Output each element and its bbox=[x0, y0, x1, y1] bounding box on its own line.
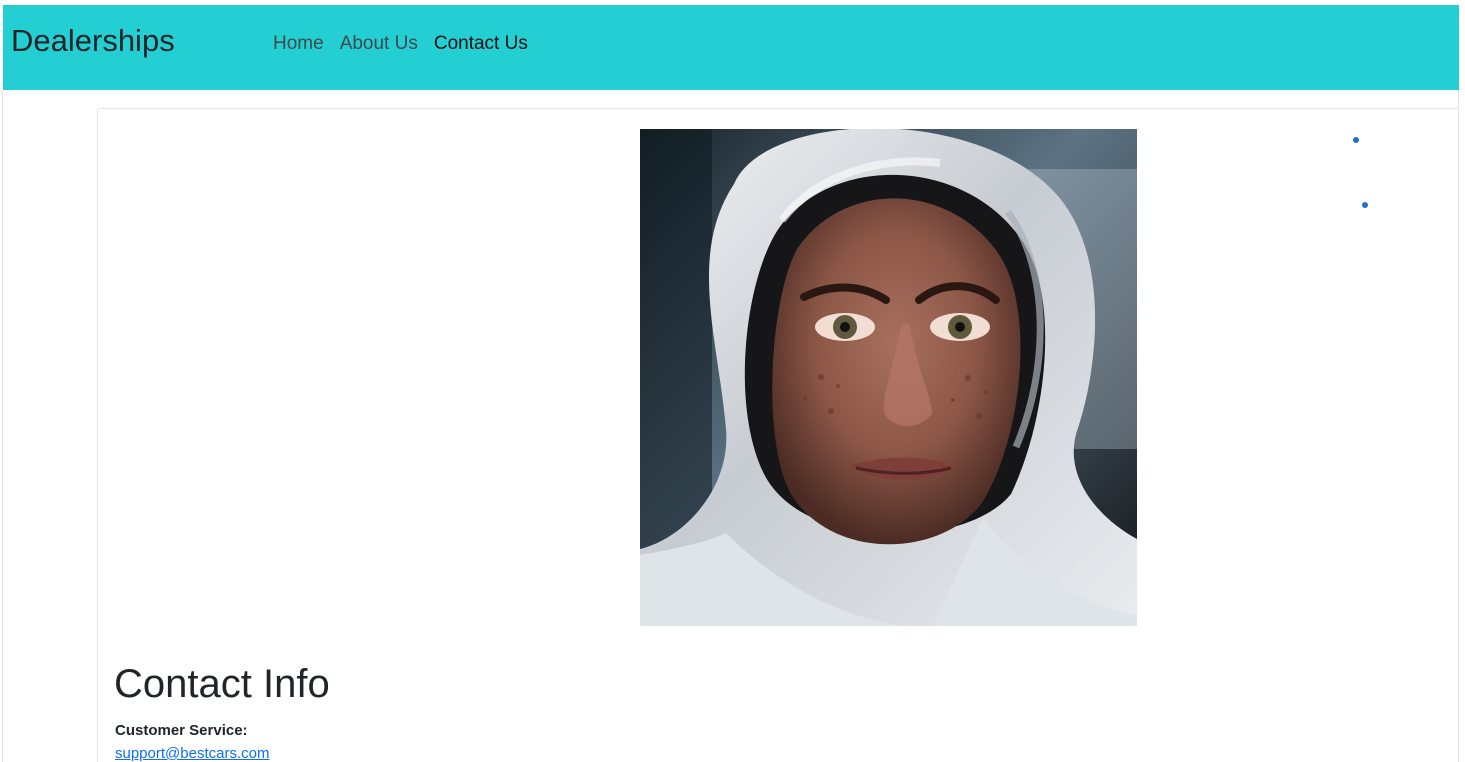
carousel-dot-icon[interactable] bbox=[1353, 137, 1359, 143]
nav-about-link[interactable]: About Us bbox=[340, 32, 418, 56]
nav-home-link[interactable]: Home bbox=[273, 32, 324, 56]
customer-service-label: Customer Service: bbox=[115, 722, 248, 739]
customer-service-email-link[interactable]: support@bestcars.com bbox=[115, 744, 269, 762]
carousel-dot-icon[interactable] bbox=[1362, 202, 1368, 208]
contact-info-title: Contact Info bbox=[114, 662, 330, 706]
portrait-image bbox=[640, 129, 1137, 626]
brand-link[interactable]: Dealerships bbox=[11, 23, 175, 59]
left-border bbox=[2, 90, 3, 762]
top-navbar: Dealerships Home About Us Contact Us bbox=[3, 5, 1459, 90]
page: Dealerships Home About Us Contact Us Con… bbox=[0, 0, 1465, 762]
nav-links: Home About Us Contact Us bbox=[273, 32, 544, 56]
nav-contact-link[interactable]: Contact Us bbox=[434, 32, 528, 56]
